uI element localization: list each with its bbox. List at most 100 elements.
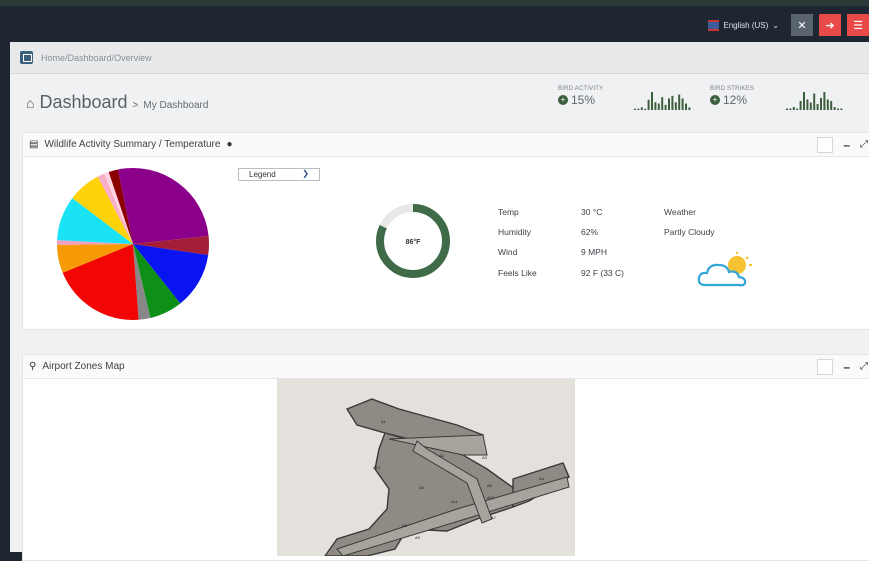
sparkline-bar [813, 93, 816, 110]
bird-strikes-sparkline [786, 92, 843, 110]
weather-condition-value: Partly Cloudy [664, 227, 715, 237]
panel-header: ⚲ Airport Zones Map – ⤢ [23, 355, 869, 379]
panel-title: Wildlife Activity Summary / Temperature [44, 139, 221, 150]
panel-color-button[interactable] [817, 358, 834, 375]
sparkline-bar [664, 104, 667, 110]
sparkline-bar [671, 95, 674, 110]
weather-label-humidity: Humidity [498, 227, 532, 237]
stat-label: BIRD STRIKES [710, 86, 755, 92]
breadcrumb-item-dashboard[interactable]: Dashboard [68, 53, 112, 63]
menu-button[interactable]: ☰ [847, 14, 869, 36]
stat-value: 12% [723, 93, 748, 107]
sparkline-bar [640, 107, 643, 110]
weather-condition-label: Weather [664, 207, 696, 217]
sparkline-bar [820, 98, 822, 110]
wildlife-pie-chart [57, 168, 209, 320]
legend-select[interactable]: Legend ❯ [238, 168, 320, 181]
sparkline-bar [657, 103, 660, 110]
sparkline-bar [688, 107, 691, 110]
sparkline-bar [637, 108, 640, 110]
stat-label: BIRD ACTIVITY [558, 86, 604, 92]
sparkline-bar [806, 99, 809, 110]
map-zone-label: A4 [539, 476, 545, 481]
sparkline-bar [651, 92, 653, 110]
page-title-text: Dashboard [39, 92, 128, 112]
sparkline-bar [826, 99, 829, 110]
map-zone-label: A11 [451, 499, 459, 504]
main-content: Home / Dashboard / Overview ⌂ Dashboard … [10, 42, 869, 561]
sparkline-bar [792, 107, 795, 110]
page-title-separator: > [132, 100, 139, 111]
panel-controls: – ⤢ [817, 133, 869, 156]
sparkline-bar [674, 102, 677, 110]
bird-strikes-stat: BIRD STRIKES +12% [710, 86, 754, 107]
language-selector[interactable]: English (US) ⌄ [708, 19, 779, 31]
map-zone-label: A1 [381, 419, 387, 424]
map-zone-label: A9 [415, 535, 421, 540]
sparkline-bar [644, 108, 647, 110]
map-zone-label: A3 [482, 455, 488, 460]
sparkline-bar [661, 97, 664, 110]
collapse-icon[interactable]: – [843, 360, 850, 374]
collapse-icon[interactable]: – [843, 138, 850, 152]
breadcrumb-item-overview: Overview [114, 52, 152, 63]
top-navbar: English (US) ⌄ ✕ ➜ ☰ [0, 0, 869, 42]
panel-title: Airport Zones Map [42, 361, 125, 372]
top-strip [0, 0, 869, 6]
home-icon[interactable] [20, 51, 33, 64]
partly-cloudy-icon [697, 252, 752, 287]
sparkline-bar [833, 107, 836, 110]
page-title: ⌂ Dashboard > My Dashboard [26, 92, 208, 113]
panel-header: ▤ Wildlife Activity Summary / Temperatur… [23, 133, 869, 157]
house-icon: ⌂ [26, 95, 35, 111]
sparkline-bar [654, 102, 657, 110]
sparkline-bar [816, 104, 819, 110]
breadcrumb-item-home[interactable]: Home [41, 53, 65, 63]
topbar-actions: English (US) ⌄ ✕ ➜ ☰ [708, 14, 869, 36]
logout-button[interactable]: ➜ [819, 14, 841, 36]
legend-select-value: Legend [249, 170, 276, 179]
weather-label-wind: Wind [498, 247, 518, 257]
wildlife-panel: ▤ Wildlife Activity Summary / Temperatur… [22, 132, 869, 330]
map-zone-label: A5 [419, 485, 425, 490]
fullscreen-button[interactable]: ✕ [791, 14, 813, 36]
sparkline-bar [647, 99, 650, 110]
sparkline-bar [840, 108, 843, 110]
panel-color-button[interactable] [817, 136, 834, 153]
sparkline-bar [668, 98, 670, 110]
bird-activity-stat: BIRD ACTIVITY +15% [558, 86, 603, 107]
map-zone-label: A2 [439, 453, 445, 458]
sparkline-bar [786, 108, 788, 110]
weather-value-feels-like: 92 F (33 C) [581, 268, 624, 278]
chevron-down-icon: ⌄ [772, 20, 779, 30]
map-pin-icon: ⚲ [29, 361, 37, 372]
sparkline-bar [789, 108, 792, 110]
sparkline-bar [809, 102, 812, 110]
sparkline-bar [681, 98, 684, 110]
droplet-icon: ● [226, 139, 233, 150]
sparkline-bar [678, 94, 681, 110]
fullscreen-icon[interactable]: ⤢ [860, 361, 868, 372]
temperature-gauge: 86°F [376, 204, 450, 278]
weather-label-feels-like: Feels Like [498, 268, 537, 278]
plus-circle-icon: + [710, 95, 720, 105]
sparkline-bar [823, 92, 826, 110]
map-zone-label: A7 [491, 515, 497, 520]
chevron-down-icon: ❯ [302, 169, 309, 178]
weather-label-temp: Temp [498, 207, 519, 217]
us-flag-icon [708, 19, 720, 31]
fullscreen-icon[interactable]: ⤢ [860, 139, 868, 150]
sparkline-bar [685, 103, 687, 110]
sparkline-bar [837, 108, 839, 110]
map-panel: ⚲ Airport Zones Map – ⤢ A1 A2 A3 A4 A5 A… [22, 354, 869, 561]
weather-value-temp: 30 °C [581, 207, 603, 217]
airport-zones-map[interactable]: A1 A2 A3 A4 A5 A6 A7 A8 A9 A10 A11 A12 [277, 379, 575, 556]
sparkline-bar [799, 101, 802, 110]
sparkline-bar [830, 101, 833, 110]
logout-icon: ➜ [825, 19, 835, 32]
map-zone-label: A8 [402, 523, 408, 528]
pie-slice[interactable] [117, 168, 209, 244]
page-subtitle: My Dashboard [143, 100, 209, 111]
expand-icon: ✕ [797, 19, 807, 32]
page-header: ⌂ Dashboard > My Dashboard BIRD ACTIVITY… [10, 73, 869, 131]
